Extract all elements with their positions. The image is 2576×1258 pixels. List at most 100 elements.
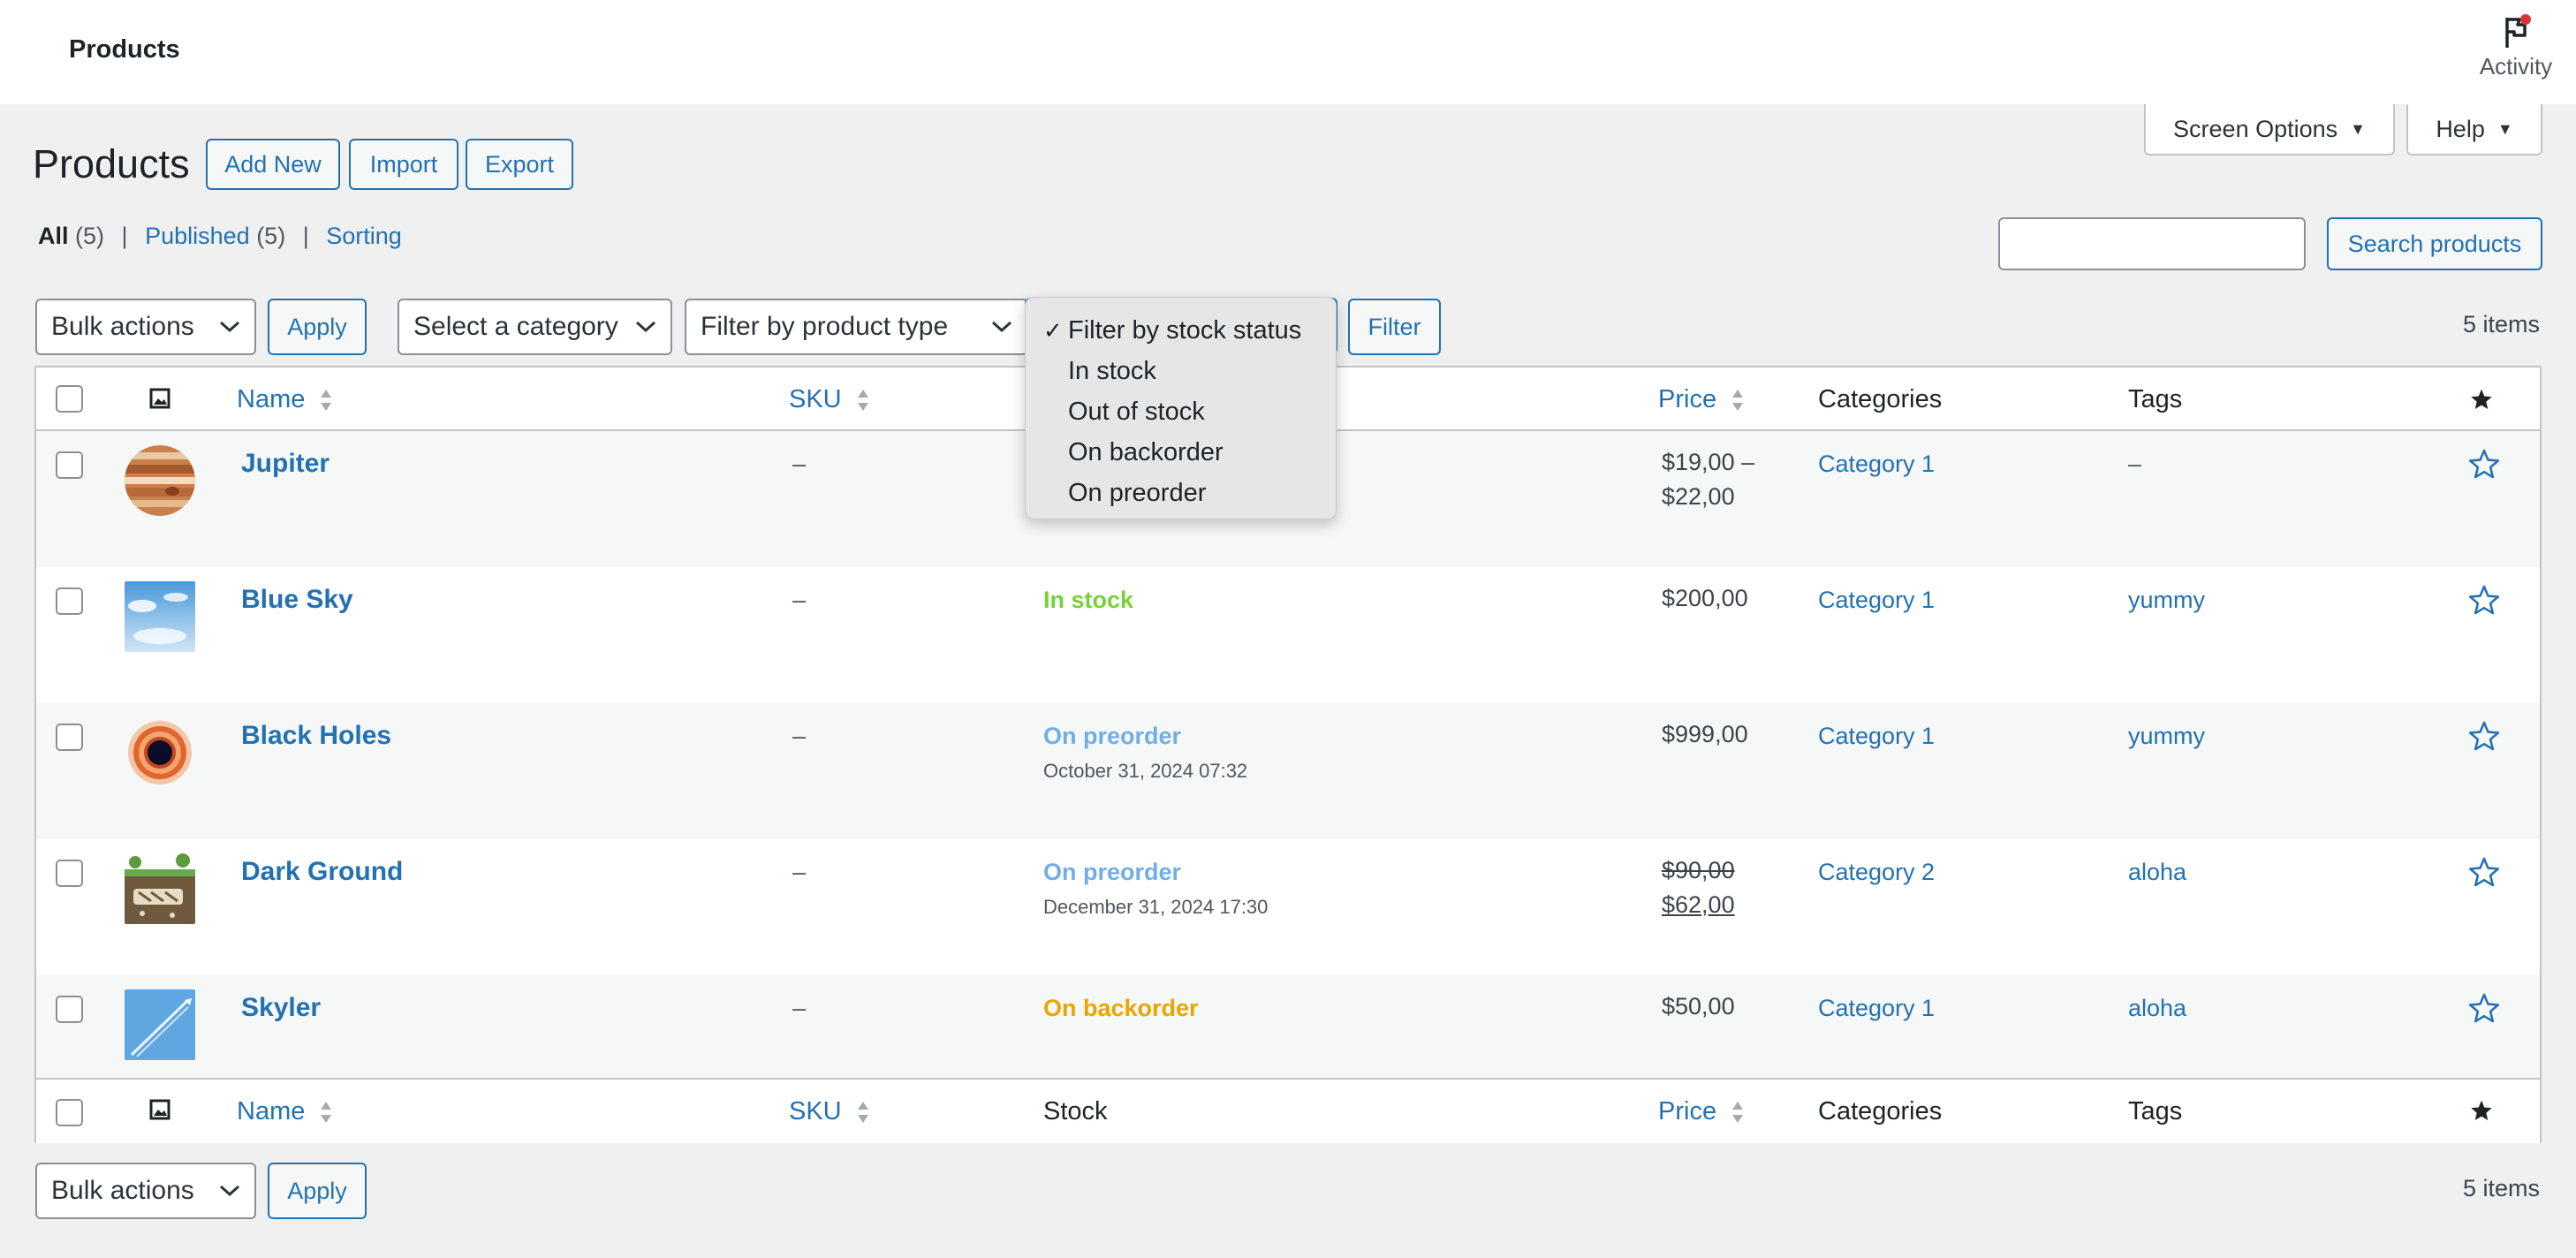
product-type-select[interactable]: Filter by product type — [685, 299, 1028, 355]
product-price: $200,00 — [1662, 585, 1748, 611]
row-checkbox[interactable] — [56, 587, 83, 615]
apply-button[interactable]: Apply — [268, 299, 367, 355]
product-name-link[interactable]: Jupiter — [241, 449, 330, 479]
select-all-checkbox[interactable] — [56, 385, 83, 413]
product-name-link[interactable]: Dark Ground — [241, 857, 403, 887]
featured-star-icon[interactable] — [2467, 583, 2501, 617]
product-price: $19,00 – $22,00 — [1662, 445, 1754, 514]
row-checkbox[interactable] — [56, 996, 83, 1023]
jupiter-image — [125, 445, 195, 516]
featured-star-icon[interactable] — [2470, 388, 2493, 411]
items-count-bottom: 5 items — [2463, 1175, 2541, 1201]
product-thumbnail[interactable] — [125, 853, 195, 924]
separator: | — [302, 223, 309, 249]
view-sorting-link[interactable]: Sorting — [326, 223, 402, 249]
product-thumbnail[interactable] — [125, 445, 195, 516]
product-name-link[interactable]: Black Holes — [241, 721, 391, 751]
export-button[interactable]: Export — [466, 139, 573, 190]
product-price: $999,00 — [1662, 721, 1748, 747]
bulk-actions-select-bottom[interactable]: Bulk actions — [35, 1163, 256, 1219]
row-checkbox[interactable] — [56, 860, 83, 887]
select-all-checkbox[interactable] — [56, 1099, 83, 1126]
view-all-count: (5) — [75, 223, 105, 249]
stock-option-out-of-stock[interactable]: Out of stock — [1026, 393, 1336, 434]
product-category-link[interactable]: Category 1 — [1818, 587, 1935, 614]
category-select[interactable]: Select a category — [398, 299, 672, 355]
product-thumbnail[interactable] — [125, 989, 195, 1060]
product-thumbnail[interactable] — [125, 581, 195, 652]
apply-button-bottom[interactable]: Apply — [268, 1163, 367, 1219]
product-type-value: Filter by product type — [701, 312, 949, 341]
column-categories: Categories — [1818, 1097, 1943, 1125]
image-icon — [149, 388, 170, 409]
sort-icon — [1732, 390, 1744, 412]
option-label: Filter by stock status — [1068, 316, 1302, 345]
screen-options-label: Screen Options — [2173, 115, 2338, 142]
product-price: $90,00 $62,00 — [1662, 853, 1735, 922]
view-published-link[interactable]: Published — [145, 223, 250, 249]
sort-icon — [1732, 1102, 1744, 1124]
view-published-count: (5) — [256, 223, 286, 249]
column-name[interactable]: Name — [237, 385, 333, 414]
caret-down-icon: ▼ — [2496, 119, 2513, 138]
column-name-label: Name — [237, 385, 306, 413]
column-name-label: Name — [237, 1097, 306, 1125]
column-name[interactable]: Name — [237, 1097, 333, 1126]
import-button[interactable]: Import — [349, 139, 458, 190]
search-products-button[interactable]: Search products — [2327, 217, 2542, 270]
view-all-label[interactable]: All — [38, 223, 69, 249]
product-name-link[interactable]: Skyler — [241, 993, 321, 1023]
separator: | — [121, 223, 128, 249]
product-tag-link[interactable]: aloha — [2128, 995, 2186, 1022]
filter-button[interactable]: Filter — [1348, 299, 1441, 355]
add-new-button[interactable]: Add New — [206, 139, 340, 190]
stock-option-on-backorder[interactable]: On backorder — [1026, 434, 1336, 474]
product-category-link[interactable]: Category 1 — [1818, 723, 1935, 750]
featured-star-icon[interactable] — [2467, 447, 2501, 481]
product-category-link[interactable]: Category 1 — [1818, 451, 1935, 478]
stock-status-dropdown: ✓ Filter by stock status In stock Out of… — [1025, 297, 1337, 519]
column-price-label: Price — [1658, 1097, 1717, 1125]
product-tag-link[interactable]: aloha — [2128, 859, 2186, 886]
product-category-link[interactable]: Category 2 — [1818, 859, 1935, 886]
stock-option-in-stock[interactable]: In stock — [1026, 352, 1336, 393]
chevron-down-icon — [219, 1185, 240, 1197]
price-sale: $62,00 — [1662, 891, 1735, 918]
screen-options-button[interactable]: Screen Options ▼ — [2144, 104, 2395, 155]
column-price[interactable]: Price — [1658, 385, 1745, 414]
blue-sky-image — [125, 581, 195, 652]
column-sku[interactable]: SKU — [789, 1097, 870, 1126]
price-range-max: $22,00 — [1662, 483, 1735, 510]
table-row: Skyler – On backorder $50,00 Category 1 … — [36, 975, 2540, 1078]
featured-star-icon[interactable] — [2470, 1099, 2493, 1122]
product-sku: – — [792, 587, 807, 613]
sort-icon — [321, 390, 332, 412]
sort-icon — [321, 1102, 332, 1124]
column-price[interactable]: Price — [1658, 1097, 1745, 1126]
product-sku: – — [792, 723, 807, 749]
activity-button[interactable]: Activity — [2465, 12, 2567, 80]
help-label: Help — [2436, 115, 2485, 142]
featured-star-icon[interactable] — [2467, 719, 2501, 753]
stock-option-filter-by-stock-status[interactable]: ✓ Filter by stock status — [1026, 312, 1336, 352]
chevron-down-icon — [635, 321, 656, 333]
bulk-actions-select[interactable]: Bulk actions — [35, 299, 256, 355]
stock-option-on-preorder[interactable]: On preorder — [1026, 474, 1336, 515]
product-category-link[interactable]: Category 1 — [1818, 995, 1935, 1022]
product-tag-link[interactable]: yummy — [2128, 587, 2205, 614]
sort-icon — [857, 1102, 868, 1124]
product-name-link[interactable]: Blue Sky — [241, 585, 353, 615]
product-tag-link[interactable]: yummy — [2128, 723, 2205, 750]
help-button[interactable]: Help ▼ — [2406, 104, 2542, 155]
featured-star-icon[interactable] — [2467, 855, 2501, 889]
chevron-down-icon — [219, 321, 240, 333]
column-sku[interactable]: SKU — [789, 385, 870, 414]
featured-star-icon[interactable] — [2467, 991, 2501, 1025]
product-sku: – — [792, 859, 807, 885]
search-input[interactable] — [1998, 217, 2306, 270]
product-thumbnail[interactable] — [125, 717, 195, 788]
caret-down-icon: ▼ — [2350, 119, 2366, 138]
row-checkbox[interactable] — [56, 451, 83, 479]
bulk-actions-value: Bulk actions — [51, 312, 194, 341]
row-checkbox[interactable] — [56, 724, 83, 751]
